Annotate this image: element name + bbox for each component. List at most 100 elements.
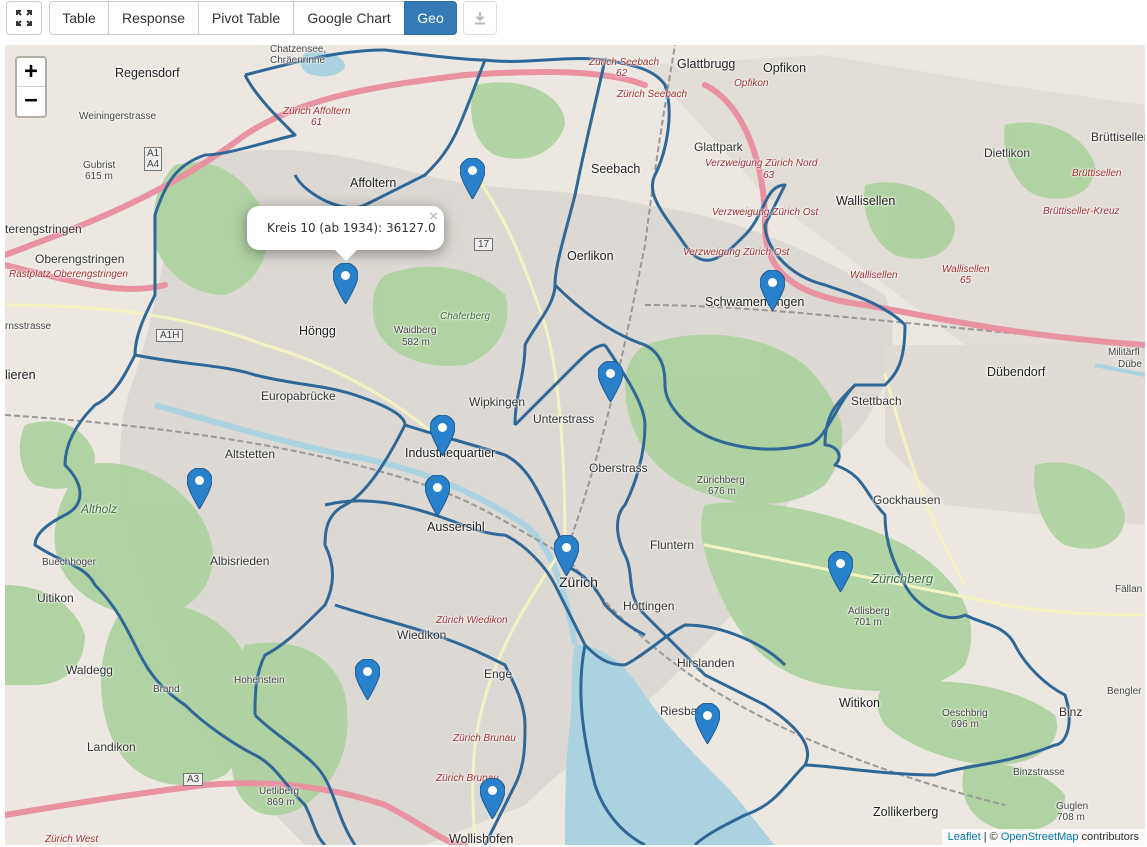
label-zurichberg-peak: Zürichberg <box>697 475 745 486</box>
zoom-in-button[interactable]: + <box>17 58 45 87</box>
map-marker[interactable] <box>695 703 720 744</box>
label-opfikon: Opfikon <box>763 61 807 75</box>
osm-link[interactable]: OpenStreetMap <box>1001 831 1079 843</box>
label-weiningerstrasse: Weiningerstrasse <box>79 111 157 122</box>
label-zollikerberg: Zollikerberg <box>873 805 939 819</box>
label-stettbach: Stettbach <box>851 394 902 408</box>
label-bruttisellen-kreuz: Brüttiseller-Kreuz <box>1043 206 1120 217</box>
label-seebach-62: 62 <box>616 68 628 79</box>
map-marker[interactable] <box>187 468 212 509</box>
toolbar: Table Response Pivot Table Google Chart … <box>0 0 1147 40</box>
label-brand: Brand <box>153 684 180 695</box>
label-oberstrass: Oberstrass <box>589 461 648 475</box>
label-verzweigung-ost: Verzweigung Zürich Ost <box>712 207 819 218</box>
label-buechhoger: Buechhoger <box>42 557 96 568</box>
label-altholz: Altholz <box>81 502 118 516</box>
label-unterengstringen: terengstringen <box>5 222 82 236</box>
label-oerlikon: Oerlikon <box>567 249 614 263</box>
tab-geo[interactable]: Geo <box>404 1 457 35</box>
label-chraenrinne: Chräenrinne <box>270 55 326 66</box>
label-verzweigung-ost2: Verzweigung Zürich Ost <box>683 247 790 258</box>
label-oberengstringen: Oberengstringen <box>35 252 125 266</box>
label-zurich-brunau: Zürich Brunau <box>453 733 516 744</box>
label-witikon: Witikon <box>839 696 880 710</box>
attribution-suffix: contributors <box>1078 831 1139 843</box>
popup-close-button[interactable]: × <box>429 208 438 225</box>
map-marker[interactable] <box>333 263 358 304</box>
label-uetliberg: Uetliberg <box>259 786 300 797</box>
popup-text: Kreis 10 (ab 1934): 36127.0 <box>267 221 436 235</box>
label-military2: Dübe <box>1118 359 1142 370</box>
map-marker[interactable] <box>598 361 623 402</box>
tab-table[interactable]: Table <box>49 1 109 35</box>
label-glattpark: Glattpark <box>694 140 743 154</box>
label-zurich: Zürich <box>559 574 598 590</box>
label-europabrucke: Europabrücke <box>261 389 336 403</box>
label-glattbrugg: Glattbrugg <box>677 57 736 71</box>
label-wollishofen: Wollishofen <box>449 832 514 845</box>
map-marker[interactable] <box>760 270 785 311</box>
label-affoltern-61: 61 <box>311 117 323 128</box>
map-marker[interactable] <box>480 778 505 819</box>
label-gockhausen: Gockhausen <box>873 493 941 507</box>
map-view[interactable]: Regensdorf Glattbrugg Opfikon Affoltern … <box>5 45 1145 845</box>
label-enge: Enge <box>484 667 513 681</box>
download-button[interactable] <box>463 1 497 35</box>
label-adlisberg: Adlisberg <box>848 606 890 617</box>
map-marker[interactable] <box>828 551 853 592</box>
label-binz: Binz <box>1059 705 1083 719</box>
attribution-separator: | © <box>980 831 1001 843</box>
map-marker[interactable] <box>554 535 579 576</box>
leaflet-link[interactable]: Leaflet <box>948 831 981 843</box>
shield-a1-a4: A1 A4 <box>144 147 163 171</box>
label-bruttisellen: Brüttisellen <box>1091 130 1145 144</box>
label-wallisellen: Wallisellen <box>836 194 896 208</box>
zoom-out-button[interactable]: − <box>17 87 45 116</box>
map-marker[interactable] <box>460 158 485 199</box>
label-gubrist-elev: 615 m <box>85 171 113 182</box>
marker-popup: Kreis 10 (ab 1934): 36127.0 × <box>247 206 444 261</box>
fullscreen-icon <box>16 10 32 26</box>
label-opfikon-road: Opfikon <box>734 78 769 89</box>
label-seebach: Seebach <box>591 162 641 176</box>
map-marker[interactable] <box>425 475 450 516</box>
tab-google-chart[interactable]: Google Chart <box>293 1 405 35</box>
label-guglen: Guglen <box>1056 801 1089 812</box>
label-oeschbrig: Oeschbrig <box>942 708 988 719</box>
label-rastplatz: Rastplatz Oberengstringen <box>9 269 128 280</box>
label-zurichberg: Zürichberg <box>871 571 934 586</box>
label-wipkingen: Wipkingen <box>469 395 526 409</box>
label-oeschbrig-elev: 696 m <box>951 719 979 730</box>
label-nord-63: 63 <box>763 170 775 181</box>
tab-pivot-table[interactable]: Pivot Table <box>198 1 294 35</box>
label-fallan: Fällan <box>1115 584 1143 595</box>
label-dietlikon: Dietlikon <box>984 146 1031 160</box>
label-waldegg: Waldegg <box>66 663 113 677</box>
label-aussersihl: Aussersihl <box>427 520 485 534</box>
label-hongg: Höngg <box>299 324 336 338</box>
map-attribution: Leaflet | © OpenStreetMap contributors <box>941 829 1145 845</box>
label-zurich-seebach: Zürich Seebach <box>589 57 660 68</box>
shield-17: 17 <box>474 238 494 251</box>
label-unterstrass: Unterstrass <box>533 412 595 426</box>
map-marker[interactable] <box>430 415 455 456</box>
label-regensdorf: Regensdorf <box>115 66 180 80</box>
label-uetliberg-elev: 869 m <box>267 797 295 808</box>
label-altstetten: Altstetten <box>225 447 276 461</box>
zoom-control: + − <box>15 56 47 118</box>
shield-a3: A3 <box>183 773 204 786</box>
fullscreen-button[interactable] <box>6 1 42 35</box>
label-affoltern: Affoltern <box>350 176 397 190</box>
label-wallisellen-road: Wallisellen <box>850 270 898 281</box>
label-uitikon: Uitikon <box>37 591 74 605</box>
label-albisrieden: Albisrieden <box>210 554 270 568</box>
label-schwamendingen: Schwamendingen <box>705 295 805 309</box>
label-waidberg: Waidberg <box>394 325 437 336</box>
map-marker[interactable] <box>355 659 380 700</box>
label-zurich-wiedikon: Zürich Wiedikon <box>436 615 508 626</box>
label-gubrist: Gubrist <box>83 160 116 171</box>
tab-response[interactable]: Response <box>108 1 199 35</box>
label-verzweigung-nord: Verzweigung Zürich Nord <box>705 158 818 169</box>
label-zurich-seebach2: Zürich Seebach <box>617 89 688 100</box>
label-military: Militärfl <box>1108 347 1140 358</box>
